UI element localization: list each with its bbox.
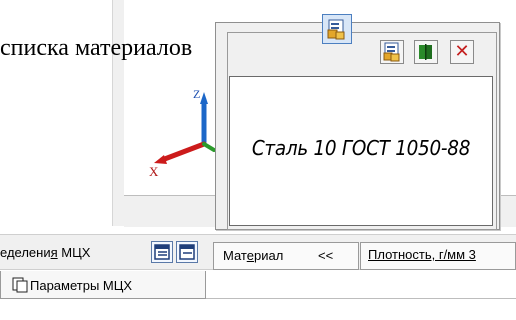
close-icon: ✕ bbox=[454, 41, 470, 62]
material-button-label: Материал bbox=[223, 248, 284, 263]
z-axis-label: Z bbox=[193, 87, 200, 101]
mcx-settings-button[interactable] bbox=[176, 241, 198, 263]
material-name: Сталь 10 ГОСТ 1050-88 bbox=[251, 136, 471, 160]
book-icon bbox=[419, 44, 432, 60]
material-library-button[interactable] bbox=[380, 40, 404, 64]
book-button[interactable] bbox=[414, 40, 438, 64]
tab-strip bbox=[206, 271, 516, 299]
page-heading: списка материалов bbox=[0, 35, 193, 61]
close-button[interactable]: ✕ bbox=[450, 40, 474, 64]
material-library-active-button[interactable] bbox=[322, 14, 352, 44]
axis-triad-icon: Z X bbox=[149, 87, 216, 176]
density-label: Плотность, г/мм 3 bbox=[368, 247, 476, 262]
collapse-toggle[interactable]: << bbox=[318, 248, 333, 264]
tab-mcx-parameters-label: Параметры МЦХ bbox=[30, 278, 133, 293]
parameters-icon bbox=[12, 277, 28, 293]
material-library-icon bbox=[327, 19, 345, 40]
mcx-table-icon bbox=[154, 244, 170, 260]
mcx-settings-icon bbox=[179, 244, 195, 260]
material-library-icon bbox=[383, 42, 400, 62]
x-axis-label: X bbox=[149, 164, 159, 176]
mcx-table-button[interactable] bbox=[151, 241, 173, 263]
mcx-definition-label: еделения МЦХ bbox=[0, 245, 91, 260]
